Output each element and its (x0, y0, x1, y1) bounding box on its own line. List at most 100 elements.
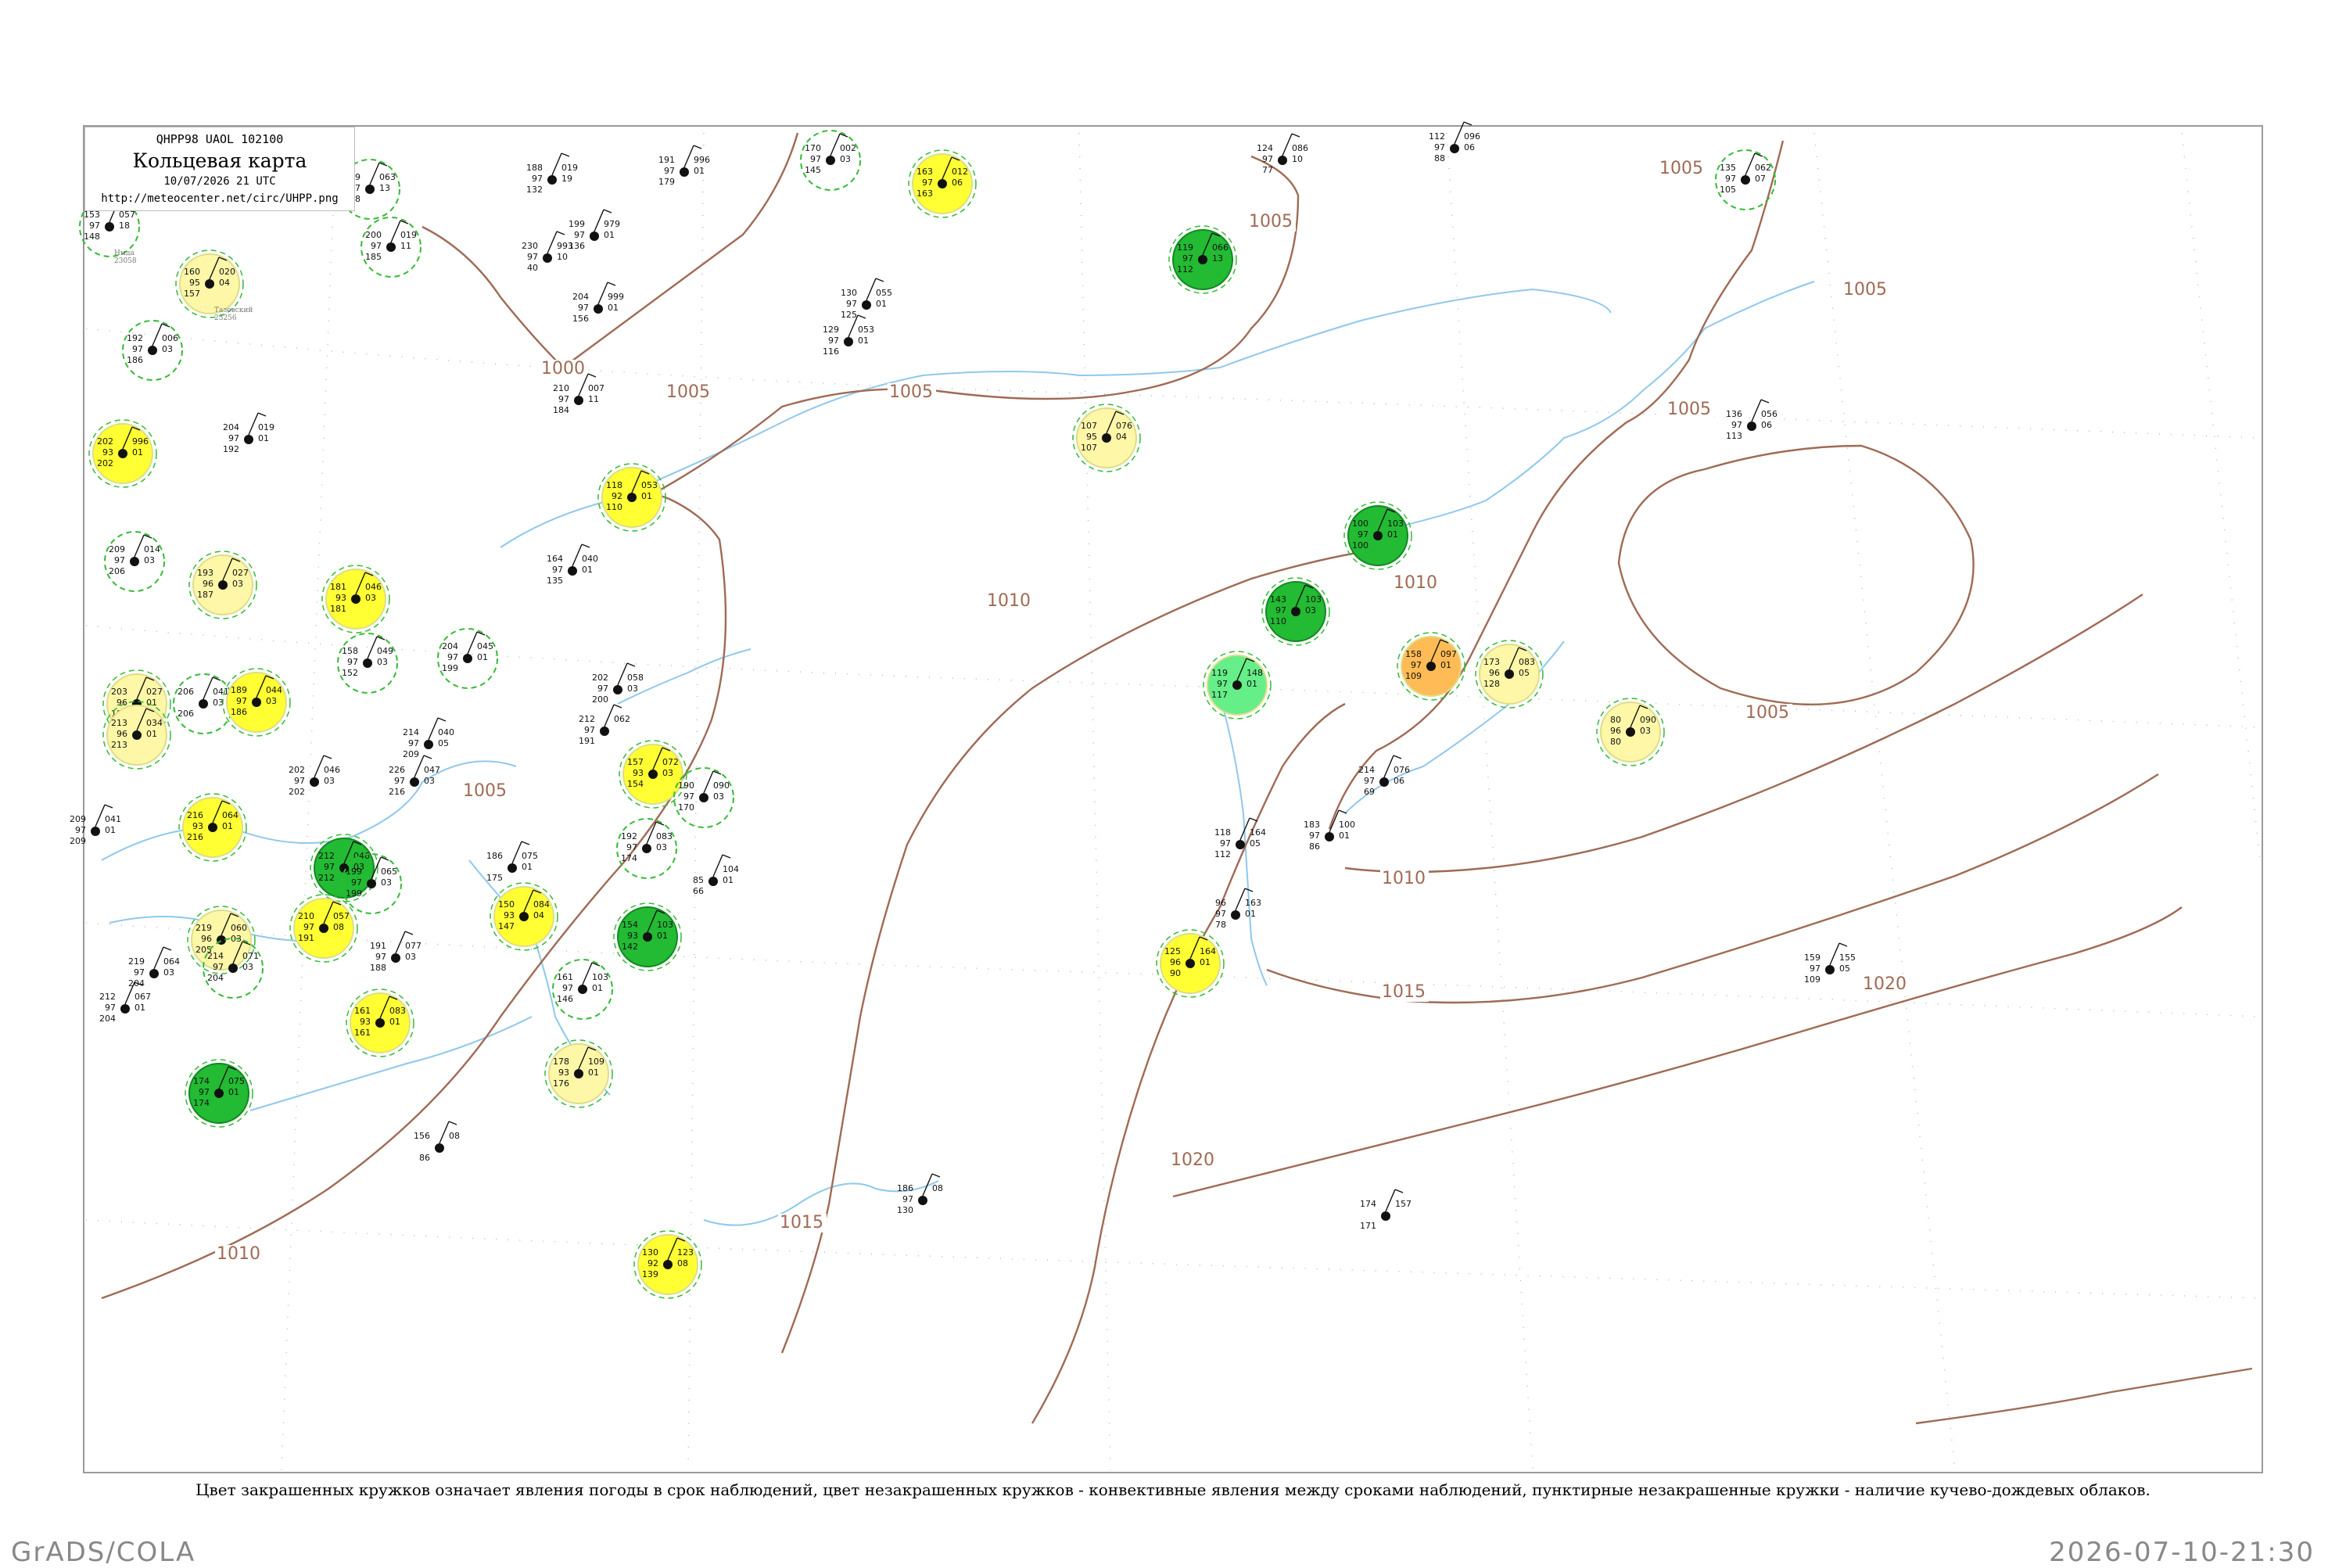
station-plot[interactable]: 16397163 01206 (908, 149, 977, 218)
station-plot[interactable]: 20497199 04501 (437, 628, 498, 689)
station-plot[interactable]: 17497174 07501 (185, 1059, 253, 1128)
station-plot[interactable]: 20497192 01901 (223, 412, 274, 454)
station-left-value: 96 (201, 934, 212, 944)
station-left-value: 191 (370, 941, 386, 951)
station-plot[interactable]: 15493142 10301 (613, 902, 682, 971)
station-plot[interactable]: 15093147 08404 (490, 882, 558, 951)
station-plot[interactable]: 16497135 04001 (547, 544, 598, 586)
station-plot[interactable]: 17396128 08305 (1475, 640, 1544, 709)
station-left-value: 204 (99, 1014, 116, 1024)
station-plot[interactable]: 16193161 08301 (346, 989, 414, 1057)
station-plot[interactable]: 8566 10401 (693, 854, 739, 896)
station-plot[interactable]: 19197179 99601 (658, 145, 710, 187)
station-right-value: 041 (105, 814, 121, 824)
station-name: Ныда (114, 249, 135, 257)
cloud-cover-icon (435, 1143, 444, 1153)
station-plot[interactable]: 206 206 04103 (173, 673, 234, 734)
station-plot[interactable]: 11892110 05301 (597, 463, 666, 532)
station-right-value: 01 (1339, 831, 1350, 841)
source-url[interactable]: http://meteocenter.net/circ/UHPP.png (85, 192, 354, 205)
station-left-value: 161 (354, 1006, 371, 1016)
station-plot[interactable]: 18193181 04603 (321, 565, 390, 633)
station-right-value: 056 (1761, 409, 1777, 419)
station-plot[interactable]: 21097191 05708 (289, 894, 358, 963)
station-plot[interactable]: 11997117 14801 (1203, 651, 1272, 719)
station-plot[interactable]: 20297202 04603 (289, 755, 340, 797)
station-plot[interactable]: 18697130 08 (897, 1173, 943, 1215)
cloud-cover-icon (862, 300, 871, 310)
station-right-value: 03 (266, 696, 277, 706)
station-plot[interactable]: 18997186 04403 (222, 668, 291, 737)
station-plot[interactable]: 15897109 09701 (1397, 632, 1465, 701)
station-plot[interactable]: 13097125 05501 (841, 278, 892, 320)
station-plot[interactable]: 15897152 04903 (337, 633, 398, 694)
station-plot[interactable]: 19396187 02703 (188, 551, 257, 619)
station-plot[interactable]: 10795107 07604 (1072, 404, 1141, 472)
cloud-cover-icon (463, 654, 472, 663)
station-plot[interactable]: 1839786 10001 (1304, 809, 1355, 852)
station-plot[interactable]: 1999713697901 (569, 209, 620, 251)
station-plot[interactable]: 16197146 10301 (552, 959, 613, 1020)
station-right-value: 06 (952, 178, 963, 188)
isobar-label: 1005 (463, 781, 507, 801)
station-plot[interactable]: 20997209 04101 (70, 804, 121, 846)
wind-barb-icon (1329, 809, 1340, 833)
station-left-value: 97 (664, 166, 675, 176)
station-right-value: 06 (1464, 142, 1475, 152)
station-plot[interactable]: 11997112 06613 (1168, 225, 1237, 294)
station-right-value: 04 (533, 910, 544, 920)
station-left-value: 112 (1214, 849, 1231, 859)
station-right-value: 13 (1212, 253, 1223, 264)
station-plot[interactable]: 21497209 04005 (403, 717, 454, 759)
station-plot[interactable]: 20293202 99601 (88, 419, 157, 488)
station-plot[interactable]: 174 171 157 (1360, 1189, 1412, 1231)
station-plot[interactable]: 20497156 99901 (572, 282, 624, 324)
station-plot[interactable]: 19197188 07703 (370, 931, 421, 973)
station-plot[interactable]: 18897132 01919 (526, 152, 578, 195)
station-plot[interactable]: 20297200 05803 (592, 662, 644, 705)
station-plot[interactable]: 186 175 07501 (486, 841, 538, 883)
station-left-value: 97 (134, 967, 145, 978)
station-right-value: 066 (1212, 242, 1229, 253)
station-left-value: 97 (89, 221, 100, 231)
station-plot[interactable]: 20997206 01403 (104, 531, 165, 592)
station-plot[interactable]: 809680 09003 (1596, 698, 1665, 766)
station-plot[interactable]: 21297191 062 (579, 704, 630, 746)
station-plot[interactable]: 19297186 00603 (122, 320, 183, 381)
station-plot[interactable]: 21997204 06403 (128, 946, 180, 989)
station-plot[interactable]: 21097184 00711 (553, 373, 604, 415)
station-plot[interactable]: 22697216 04703 (389, 755, 440, 797)
station-plot[interactable]: 969778 16301 (1215, 888, 1261, 930)
station-plot[interactable]: 20097185 01911 (361, 217, 421, 278)
station-plot[interactable]: 156 86 08 (414, 1121, 460, 1163)
cloud-cover-icon (214, 1089, 224, 1098)
station-plot[interactable]: 15997109 15505 (1804, 942, 1856, 985)
station-plot[interactable]: 12997116 05301 (823, 314, 874, 357)
station-plot[interactable]: 17893176 10901 (544, 1039, 613, 1108)
station-plot[interactable]: 17097145 00203 (800, 130, 861, 191)
station-plot[interactable]: 1259690 16401 (1156, 929, 1225, 998)
station-plot[interactable]: 1249777 08610 (1257, 133, 1308, 175)
station-left-value: 216 (389, 787, 405, 797)
station-plot[interactable]: 19097170 09003 (673, 767, 734, 828)
station-plot[interactable]: 1129788 09606 (1429, 121, 1480, 163)
station-left-value: 97 (303, 922, 314, 932)
station-left-value: 119 (1211, 668, 1228, 678)
station-right-value: 11 (588, 394, 599, 404)
station-plot[interactable]: 13697113 05606 (1726, 399, 1777, 441)
station-plot[interactable]: 13597105 06207 (1715, 149, 1776, 210)
station-left-value: 186 (897, 1183, 913, 1193)
station-plot[interactable]: 21693216 06401 (178, 793, 247, 862)
station-plot[interactable]: 13092139 12308 (633, 1230, 702, 1299)
station-plot[interactable]: 2129721204603 (310, 834, 378, 902)
station-left-value: 154 (622, 920, 638, 930)
station-plot[interactable]: 11897112 16405 (1214, 817, 1266, 859)
station-plot[interactable]: 15793154 07203 (619, 740, 687, 809)
station-plot[interactable]: 16095157 02004 Тазовский23256 (175, 249, 253, 322)
station-right-value: 040 (438, 727, 454, 737)
station-plot[interactable]: 10097100 10301 (1343, 501, 1412, 570)
station-plot[interactable]: 19297174 08303 (616, 818, 677, 879)
station-plot[interactable]: 2309740 99310 (522, 231, 573, 273)
station-right-value: 01 (657, 931, 668, 941)
station-plot[interactable]: 14397110 10303 (1261, 577, 1330, 646)
